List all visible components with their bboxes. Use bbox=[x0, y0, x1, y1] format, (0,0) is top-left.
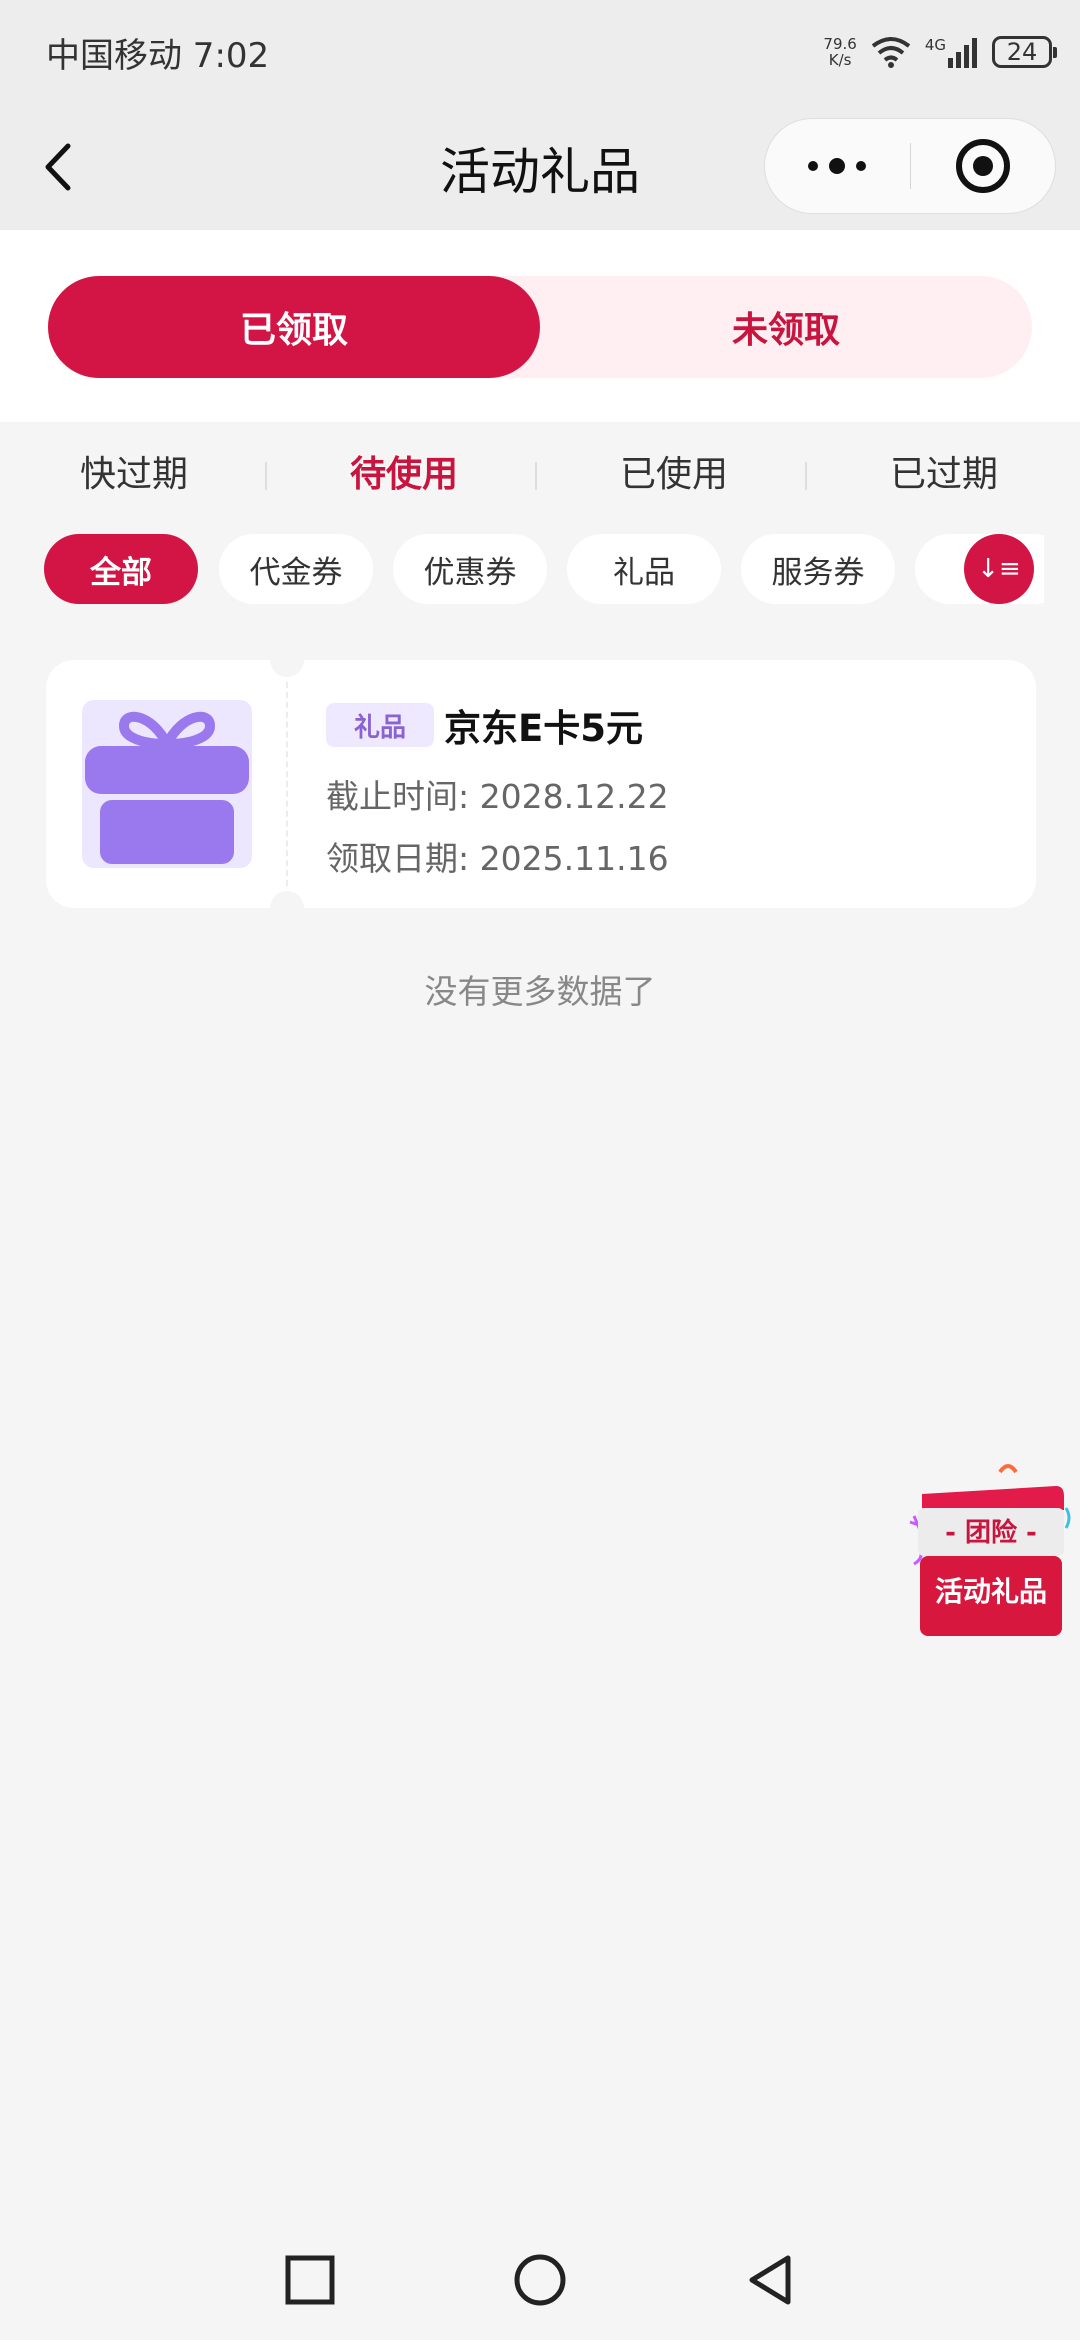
target-close-icon bbox=[955, 139, 1010, 193]
chip-gift[interactable]: 礼品 bbox=[567, 534, 721, 604]
gift-badge-graphic bbox=[909, 1464, 1071, 1637]
gift-title: 京东E卡5元 bbox=[444, 707, 644, 750]
segment-received[interactable]: 已领取 bbox=[48, 276, 540, 378]
card-info: 礼品 京东E卡5元 截止时间: 2028.12.22 领取日期: 2025.11… bbox=[326, 700, 1006, 880]
wifi-icon bbox=[871, 37, 911, 68]
floating-activity-gift-badge[interactable]: - 团险 - 活动礼品 bbox=[900, 1460, 1080, 1650]
receive-segment-area: 已领取 未领取 bbox=[0, 230, 1080, 422]
filter-chips: 全部 代金券 优惠券 礼品 服务券 购 bbox=[44, 534, 1044, 606]
tab-divider bbox=[535, 462, 537, 490]
badge-main-text: 活动礼品 bbox=[934, 1575, 1047, 1608]
gift-box-icon bbox=[85, 711, 249, 864]
battery-icon: 24 bbox=[992, 36, 1057, 68]
card-title-row: 礼品 京东E卡5元 bbox=[326, 700, 1006, 750]
card-dashed-divider bbox=[286, 682, 288, 886]
tab-used[interactable]: 已使用 bbox=[574, 440, 774, 510]
close-program-button[interactable] bbox=[911, 119, 1056, 213]
net-speed: 79.6 K/s bbox=[823, 36, 856, 68]
system-navigation-bar bbox=[0, 2220, 1080, 2340]
home-icon[interactable] bbox=[510, 2250, 570, 2310]
card-notch-bottom bbox=[270, 891, 304, 925]
deadline-value: 2028.12.22 bbox=[479, 777, 669, 816]
tab-pending[interactable]: 待使用 bbox=[304, 440, 504, 510]
tab-expired[interactable]: 已过期 bbox=[844, 440, 1044, 510]
tab-expiring[interactable]: 快过期 bbox=[34, 440, 234, 510]
segment-unreceived[interactable]: 未领取 bbox=[540, 276, 1032, 378]
back-triangle-icon[interactable] bbox=[740, 2250, 800, 2310]
gift-tag: 礼品 bbox=[326, 703, 434, 747]
card-notch-top bbox=[270, 643, 304, 677]
status-icons: 79.6 K/s 4G 24 bbox=[823, 30, 1057, 74]
gift-thumbnail bbox=[82, 700, 252, 868]
deadline-row: 截止时间: 2028.12.22 bbox=[326, 770, 1006, 818]
recent-apps-icon[interactable] bbox=[280, 2250, 340, 2310]
received-value: 2025.11.16 bbox=[479, 839, 669, 878]
chip-cash-voucher[interactable]: 代金券 bbox=[219, 534, 373, 604]
net-speed-value: 79.6 bbox=[823, 35, 857, 53]
more-button[interactable] bbox=[765, 119, 910, 213]
network-type: 4G bbox=[924, 36, 946, 54]
carrier-time: 中国移动 7:02 bbox=[46, 36, 270, 76]
net-speed-unit: K/s bbox=[828, 51, 852, 69]
tab-divider bbox=[805, 462, 807, 490]
badge-top-text: - 团险 - bbox=[945, 1518, 1037, 1548]
more-dots-icon bbox=[808, 158, 867, 174]
gift-card[interactable]: 礼品 京东E卡5元 截止时间: 2028.12.22 领取日期: 2025.11… bbox=[46, 643, 1036, 925]
tab-divider bbox=[265, 462, 267, 490]
sort-button[interactable]: ↓≡ bbox=[964, 534, 1034, 604]
status-bar: 中国移动 7:02 79.6 K/s 4G 24 bbox=[0, 0, 1080, 100]
status-tabs: 快过期 待使用 已使用 已过期 bbox=[0, 440, 1080, 510]
signal-icon bbox=[948, 38, 977, 68]
chip-all[interactable]: 全部 bbox=[44, 534, 198, 604]
deadline-label: 截止时间: bbox=[326, 777, 470, 816]
no-more-data-text: 没有更多数据了 bbox=[424, 972, 656, 1011]
chip-service-voucher[interactable]: 服务券 bbox=[741, 534, 895, 604]
mini-program-capsule bbox=[764, 118, 1056, 214]
nav-bar: 活动礼品 bbox=[0, 100, 1080, 230]
chip-coupon[interactable]: 优惠券 bbox=[393, 534, 547, 604]
receive-segment: 已领取 未领取 bbox=[48, 276, 1032, 378]
received-label: 领取日期: bbox=[326, 839, 470, 878]
received-date-row: 领取日期: 2025.11.16 bbox=[326, 832, 1006, 880]
